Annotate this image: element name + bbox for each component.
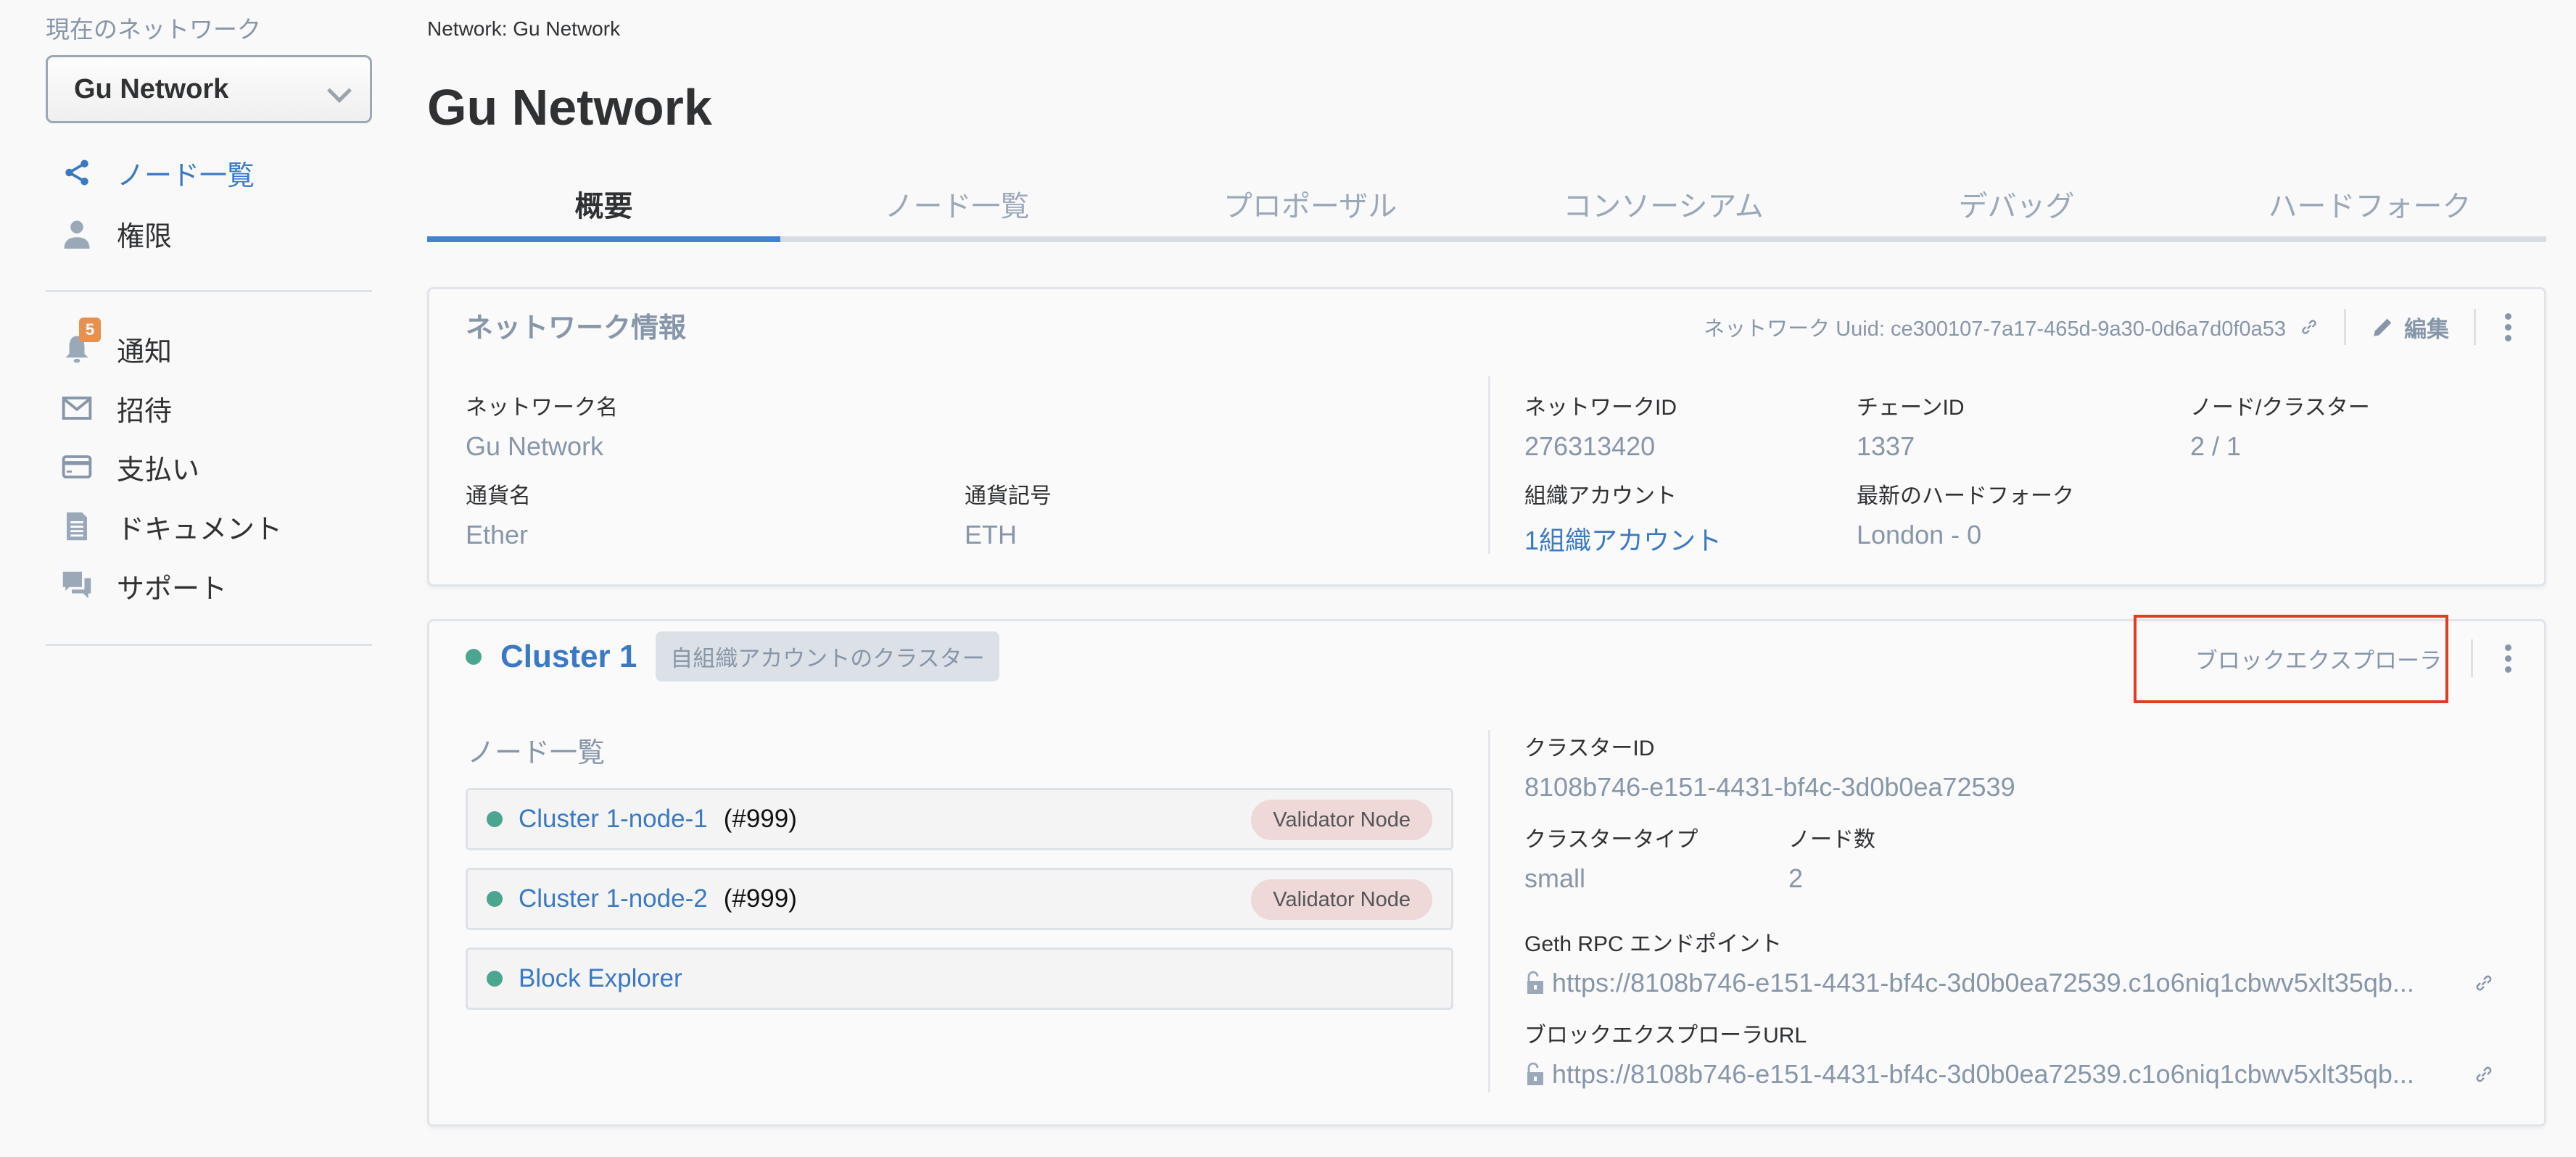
sidebar-item-billing[interactable]: 支払い <box>62 445 199 489</box>
sidebar-divider <box>46 290 372 292</box>
bell-icon: 5 <box>62 318 101 364</box>
edit-button[interactable]: 編集 <box>2371 311 2449 344</box>
field-currency-symbol: 通貨記号 ETH <box>965 484 1052 550</box>
current-network-label: 現在のネットワーク <box>46 16 261 43</box>
more-options-icon[interactable] <box>2501 644 2515 673</box>
chevron-down-icon <box>327 78 352 103</box>
sidebar-item-nodes[interactable]: ノード一覧 <box>62 151 255 194</box>
field-cluster-type: クラスタータイプ small <box>1524 828 1698 893</box>
node-status-dot <box>487 891 503 907</box>
field-node-cluster: ノード/クラスター 2 / 1 <box>2190 396 2370 461</box>
node-list-title: ノード一覧 <box>467 738 606 768</box>
share-icon <box>62 157 92 188</box>
sidebar-item-label: 通知 <box>117 336 173 368</box>
network-uuid: ネットワーク Uuid: ce300107-7a17-465d-9a30-0d6… <box>1704 318 2286 341</box>
field-latest-hardfork: 最新のハードフォーク London - 0 <box>1857 484 2074 550</box>
document-icon <box>62 511 92 542</box>
block-explorer-button[interactable]: ブロックエクスプローラ <box>2195 642 2442 675</box>
cluster-header: Cluster 1 自組織アカウントのクラスター <box>466 631 999 681</box>
sidebar-item-label: 招待 <box>117 396 173 427</box>
sidebar-item-label: 権限 <box>117 221 173 252</box>
sidebar-item-support[interactable]: サポート <box>62 564 227 607</box>
separator <box>2471 639 2473 677</box>
node-row[interactable]: Cluster 1-node-2 (#999) Validator Node <box>466 868 1453 930</box>
node-status-dot <box>487 811 503 827</box>
tab-proposals[interactable]: プロポーザル <box>1134 171 1487 244</box>
node-row[interactable]: Cluster 1-node-1 (#999) Validator Node <box>466 788 1453 850</box>
tab-consortium[interactable]: コンソーシアム <box>1487 171 1840 244</box>
cluster-name-link[interactable]: Cluster 1 <box>500 639 637 675</box>
edit-label: 編集 <box>2404 316 2449 342</box>
node-row[interactable]: Block Explorer <box>466 947 1453 1010</box>
breadcrumb: Network: Gu Network <box>427 17 621 40</box>
chat-icon <box>62 571 92 601</box>
column-divider <box>1488 376 1490 554</box>
sidebar-item-invitations[interactable]: 招待 <box>62 386 172 430</box>
page-title: Gu Network <box>427 79 712 136</box>
sidebar-item-permissions[interactable]: 権限 <box>62 212 172 255</box>
explorer-url[interactable]: https://8108b746-e151-4431-bf4c-3d0b0ea7… <box>1552 1059 2459 1090</box>
field-explorer-url: ブロックエクスプローラURL https://8108b746-e151-443… <box>1524 1017 2495 1090</box>
column-divider <box>1488 730 1490 1092</box>
node-status-dot <box>487 971 503 987</box>
node-name-link[interactable]: Block Explorer <box>519 964 682 993</box>
tab-debug[interactable]: デバッグ <box>1840 171 2193 244</box>
field-cluster-id: クラスターID 8108b746-e151-4431-bf4c-3d0b0ea7… <box>1524 737 2015 802</box>
geth-rpc-url[interactable]: https://8108b746-e151-4431-bf4c-3d0b0ea7… <box>1552 968 2459 998</box>
notification-badge: 5 <box>79 318 101 342</box>
field-network-name: ネットワーク名 Gu Network <box>466 396 618 461</box>
field-currency-name: 通貨名 Ether <box>466 484 531 550</box>
cluster-tag: 自組織アカウントのクラスター <box>656 631 999 681</box>
field-node-count: ノード数 2 <box>1788 828 1875 893</box>
sidebar-item-notifications[interactable]: 5 通知 <box>62 318 173 370</box>
copy-link-icon[interactable] <box>2473 972 2495 994</box>
mail-icon <box>62 393 92 423</box>
field-org-account: 組織アカウント 1組織アカウント <box>1524 478 1722 557</box>
separator <box>2344 309 2346 345</box>
field-network-id: ネットワークID 276313420 <box>1524 396 1677 461</box>
field-chain-id: チェーンID 1337 <box>1857 396 1965 461</box>
node-name-link[interactable]: Cluster 1-node-1 <box>519 805 708 834</box>
tab-active-indicator <box>427 236 780 242</box>
tab-bar: 概要 ノード一覧 プロポーザル コンソーシアム デバッグ ハードフォーク <box>427 171 2546 244</box>
sidebar-item-documents[interactable]: ドキュメント <box>62 505 282 548</box>
sidebar-divider <box>46 644 372 646</box>
cluster-status-dot <box>466 648 482 665</box>
more-options-icon[interactable] <box>2501 312 2515 341</box>
tab-overview[interactable]: 概要 <box>427 171 780 244</box>
copy-link-icon[interactable] <box>2299 317 2319 337</box>
separator <box>2474 309 2476 345</box>
sidebar-item-label: ノード一覧 <box>117 160 255 191</box>
sidebar-item-label: ドキュメント <box>117 514 283 545</box>
node-role-badge: Validator Node <box>1251 800 1432 840</box>
credit-card-icon <box>62 452 92 482</box>
user-icon <box>62 218 92 249</box>
tab-hardfork[interactable]: ハードフォーク <box>2193 171 2546 244</box>
sidebar-item-label: サポート <box>117 573 228 605</box>
org-account-link[interactable]: 1組織アカウント <box>1524 520 1722 557</box>
network-info-card: ネットワーク情報 ネットワーク Uuid: ce300107-7a17-465d… <box>427 287 2546 586</box>
node-name-link[interactable]: Cluster 1-node-2 <box>519 884 708 913</box>
sidebar-item-label: 支払い <box>117 455 200 486</box>
unlock-icon <box>1527 971 1543 994</box>
network-select[interactable]: Gu Network <box>46 55 372 123</box>
network-info-actions: ネットワーク Uuid: ce300107-7a17-465d-9a30-0d6… <box>1704 307 2515 347</box>
copy-link-icon[interactable] <box>2473 1063 2495 1085</box>
unlock-icon <box>1527 1062 1543 1085</box>
node-number: (#999) <box>723 884 797 913</box>
node-number: (#999) <box>723 805 797 833</box>
cluster-actions: ブロックエクスプローラ <box>2195 637 2515 679</box>
field-geth-rpc: Geth RPC エンドポイント https://8108b746-e151-4… <box>1524 926 2495 998</box>
node-role-badge: Validator Node <box>1251 879 1432 920</box>
cluster-card: Cluster 1 自組織アカウントのクラスター ブロックエクスプローラ ノード… <box>427 619 2546 1127</box>
pencil-icon <box>2374 318 2392 336</box>
network-info-title: ネットワーク情報 <box>466 313 687 344</box>
tab-nodes[interactable]: ノード一覧 <box>780 171 1134 244</box>
network-select-value: Gu Network <box>74 73 229 104</box>
